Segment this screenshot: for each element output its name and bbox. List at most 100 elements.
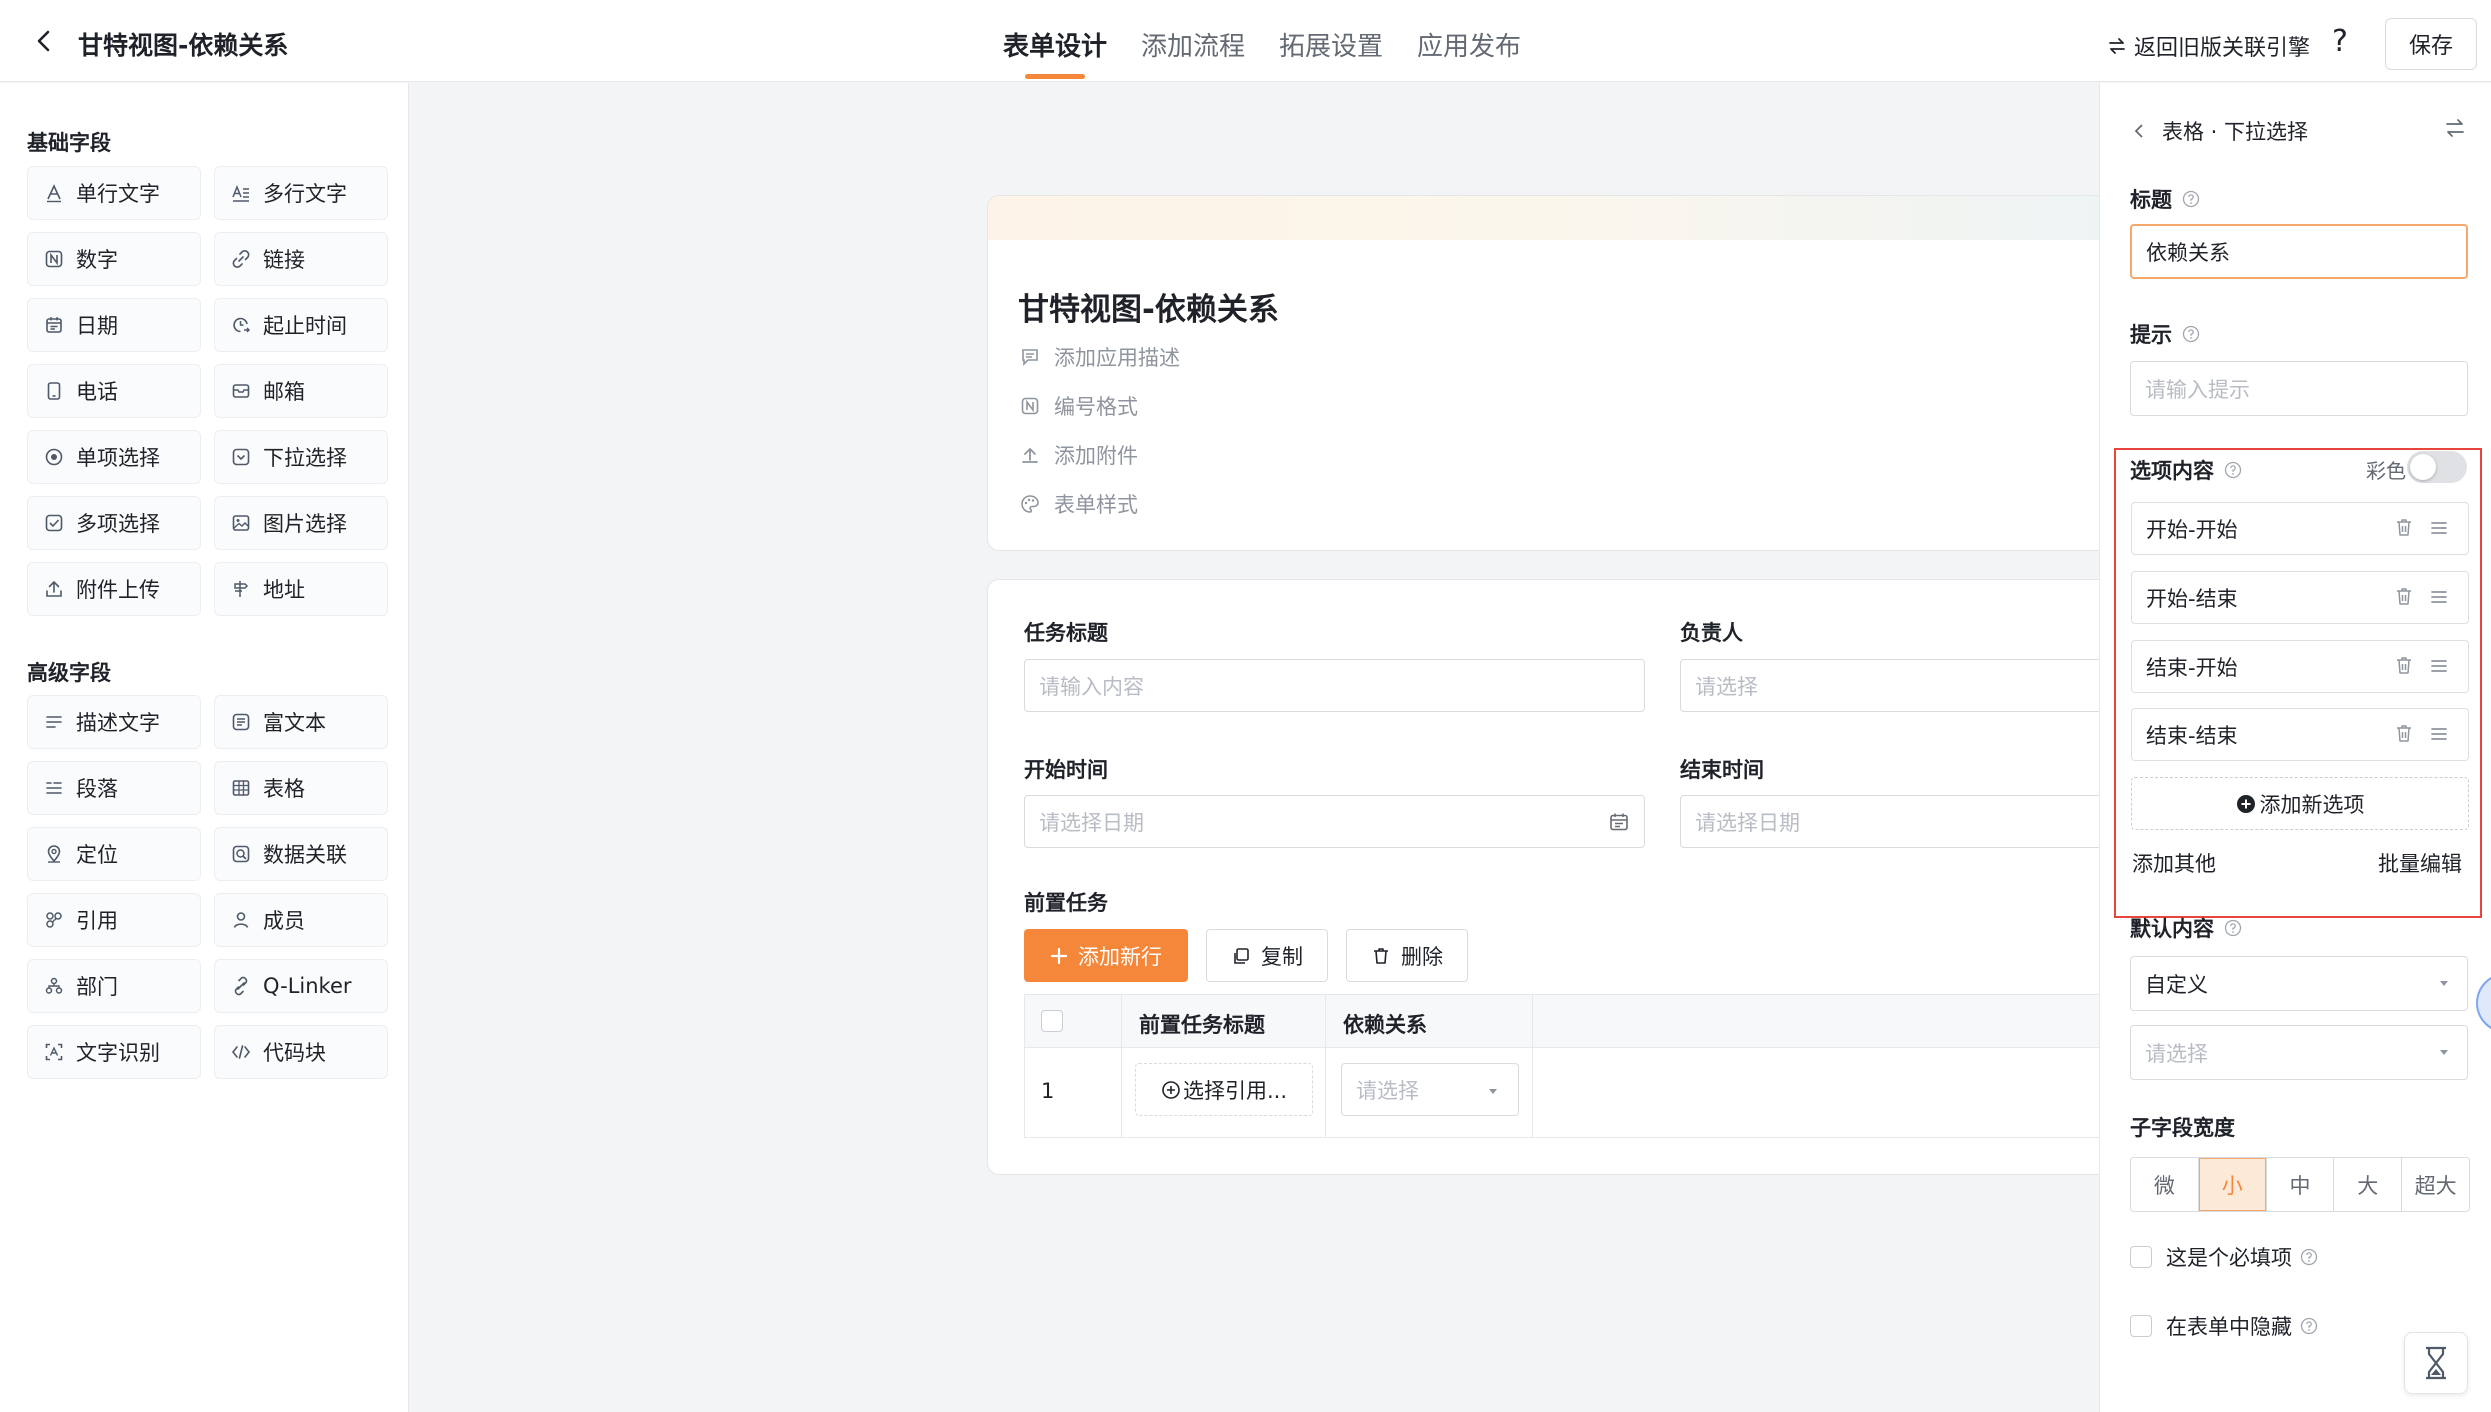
- trash-icon[interactable]: [2394, 517, 2414, 539]
- option-item[interactable]: 结束-开始: [2131, 640, 2469, 693]
- swap-icon[interactable]: [2444, 118, 2466, 138]
- hourglass-button[interactable]: [2404, 1332, 2468, 1394]
- question-circle-icon: [2182, 325, 2200, 343]
- advanced-field-5[interactable]: 数据关联: [214, 827, 388, 881]
- option-item[interactable]: 开始-开始: [2131, 502, 2469, 555]
- width-option-micro[interactable]: 微: [2131, 1158, 2199, 1211]
- basic-field-6[interactable]: 电话: [27, 364, 201, 418]
- basic-field-10[interactable]: 多项选择: [27, 496, 201, 550]
- basic-field-0[interactable]: 单行文字: [27, 166, 201, 220]
- basic-field-2[interactable]: 数字: [27, 232, 201, 286]
- width-option-large[interactable]: 大: [2334, 1158, 2403, 1211]
- width-option-small[interactable]: 小: [2198, 1158, 2267, 1211]
- save-button[interactable]: 保存: [2385, 18, 2477, 70]
- caret-down-icon: [1482, 1080, 1504, 1102]
- form-style[interactable]: 表单样式: [1020, 489, 1138, 519]
- basic-field-1[interactable]: 多行文字: [214, 166, 388, 220]
- back-arrow-icon[interactable]: [30, 27, 58, 55]
- width-option-medium[interactable]: 中: [2266, 1158, 2335, 1211]
- advanced-field-4[interactable]: 定位: [27, 827, 201, 881]
- department-icon: [44, 976, 64, 996]
- trash-icon[interactable]: [2394, 655, 2414, 677]
- form-canvas: 甘特视图-依赖关系 添加应用描述 编号格式 添加附件 表单样式 任务标题 请输入…: [410, 83, 2339, 1412]
- tab-app-publish[interactable]: 应用发布: [1417, 26, 1521, 80]
- return-old-engine-label: 返回旧版关联引擎: [2134, 36, 2311, 61]
- tab-extension-settings[interactable]: 拓展设置: [1279, 26, 1383, 80]
- form-title[interactable]: 甘特视图-依赖关系: [1018, 284, 1279, 329]
- trash-icon[interactable]: [2394, 586, 2414, 608]
- field-label: 代码块: [263, 1041, 326, 1065]
- rich-text-icon: [231, 712, 251, 732]
- field-label: 引用: [76, 909, 118, 933]
- basic-field-4[interactable]: 日期: [27, 298, 201, 352]
- hint-input[interactable]: 请输入提示: [2130, 361, 2468, 416]
- drag-handle-icon[interactable]: [2428, 517, 2450, 539]
- batch-edit-link[interactable]: 批量编辑: [2378, 848, 2462, 878]
- width-option-xlarge[interactable]: 超大: [2402, 1158, 2469, 1211]
- basic-field-11[interactable]: 图片选择: [214, 496, 388, 550]
- basic-field-5[interactable]: 起止时间: [214, 298, 388, 352]
- basic-field-7[interactable]: 邮箱: [214, 364, 388, 418]
- select-reference-button[interactable]: 选择引用...: [1135, 1063, 1313, 1116]
- upload-icon: [1020, 445, 1040, 465]
- required-checkbox[interactable]: [2130, 1246, 2152, 1268]
- add-option-button[interactable]: 添加新选项: [2131, 777, 2469, 830]
- help-button[interactable]: ?: [2332, 24, 2348, 59]
- basic-field-9[interactable]: 下拉选择: [214, 430, 388, 484]
- top-header: 甘特视图-依赖关系 表单设计 添加流程 拓展设置 应用发布 返回旧版关联引擎 ?…: [0, 0, 2491, 82]
- basic-field-12[interactable]: 附件上传: [27, 562, 201, 616]
- radio-icon: [44, 447, 64, 467]
- tab-form-design[interactable]: 表单设计: [1003, 26, 1107, 80]
- default-value-select[interactable]: 请选择: [2130, 1025, 2468, 1080]
- select-all-checkbox[interactable]: [1041, 1010, 1063, 1032]
- drag-handle-icon[interactable]: [2428, 723, 2450, 745]
- advanced-field-9[interactable]: Q-Linker: [214, 959, 388, 1013]
- field-label: 成员: [263, 909, 305, 933]
- advanced-field-2[interactable]: 段落: [27, 761, 201, 815]
- delete-button[interactable]: 删除: [1346, 929, 1468, 982]
- add-row-button[interactable]: 添加新行: [1024, 929, 1188, 982]
- start-date-input[interactable]: 请选择日期: [1024, 795, 1645, 848]
- side-float-handle[interactable]: [2476, 973, 2491, 1033]
- dependency-select[interactable]: 请选择: [1341, 1063, 1519, 1116]
- field-label: Q-Linker: [263, 974, 352, 998]
- field-label: 部门: [76, 975, 118, 999]
- add-app-description[interactable]: 添加应用描述: [1020, 342, 1180, 372]
- advanced-field-1[interactable]: 富文本: [214, 695, 388, 749]
- advanced-field-0[interactable]: 描述文字: [27, 695, 201, 749]
- basic-field-8[interactable]: 单项选择: [27, 430, 201, 484]
- chevron-left-icon[interactable]: [2130, 122, 2148, 140]
- task-title-input[interactable]: 请输入内容: [1024, 659, 1645, 712]
- advanced-field-8[interactable]: 部门: [27, 959, 201, 1013]
- trash-icon[interactable]: [2394, 723, 2414, 745]
- table-icon: [231, 778, 251, 798]
- basic-field-13[interactable]: 地址: [214, 562, 388, 616]
- form-style-label: 表单样式: [1054, 493, 1138, 517]
- default-mode-select[interactable]: 自定义: [2130, 956, 2468, 1011]
- drag-handle-icon[interactable]: [2428, 586, 2450, 608]
- drag-handle-icon[interactable]: [2428, 655, 2450, 677]
- default-mode-value: 自定义: [2145, 972, 2208, 997]
- delete-label: 删除: [1401, 944, 1443, 969]
- copy-button[interactable]: 复制: [1206, 929, 1328, 982]
- advanced-fields-grid: 描述文字 富文本 段落 表格 定位 数据关联引用 成员部门 Q-Linker 文字识别 代码块: [27, 695, 388, 1079]
- basic-field-3[interactable]: 链接: [214, 232, 388, 286]
- numbering-format[interactable]: 编号格式: [1020, 391, 1138, 421]
- field-label: 下拉选择: [263, 446, 347, 470]
- advanced-field-11[interactable]: 代码块: [214, 1025, 388, 1079]
- color-toggle[interactable]: [2407, 451, 2467, 483]
- advanced-field-6[interactable]: 引用: [27, 893, 201, 947]
- option-item[interactable]: 开始-结束: [2131, 571, 2469, 624]
- start-time-label: 开始时间: [1024, 758, 1108, 782]
- advanced-field-7[interactable]: 成员: [214, 893, 388, 947]
- tab-add-flow[interactable]: 添加流程: [1141, 26, 1245, 80]
- hidden-checkbox[interactable]: [2130, 1315, 2152, 1337]
- advanced-field-3[interactable]: 表格: [214, 761, 388, 815]
- add-attachment[interactable]: 添加附件: [1020, 440, 1138, 470]
- advanced-field-10[interactable]: 文字识别: [27, 1025, 201, 1079]
- add-other-link[interactable]: 添加其他: [2132, 848, 2216, 878]
- return-old-engine-link[interactable]: 返回旧版关联引擎: [2108, 30, 2310, 62]
- option-item[interactable]: 结束-结束: [2131, 708, 2469, 761]
- image-icon: [231, 513, 251, 533]
- title-input[interactable]: 依赖关系: [2130, 224, 2468, 279]
